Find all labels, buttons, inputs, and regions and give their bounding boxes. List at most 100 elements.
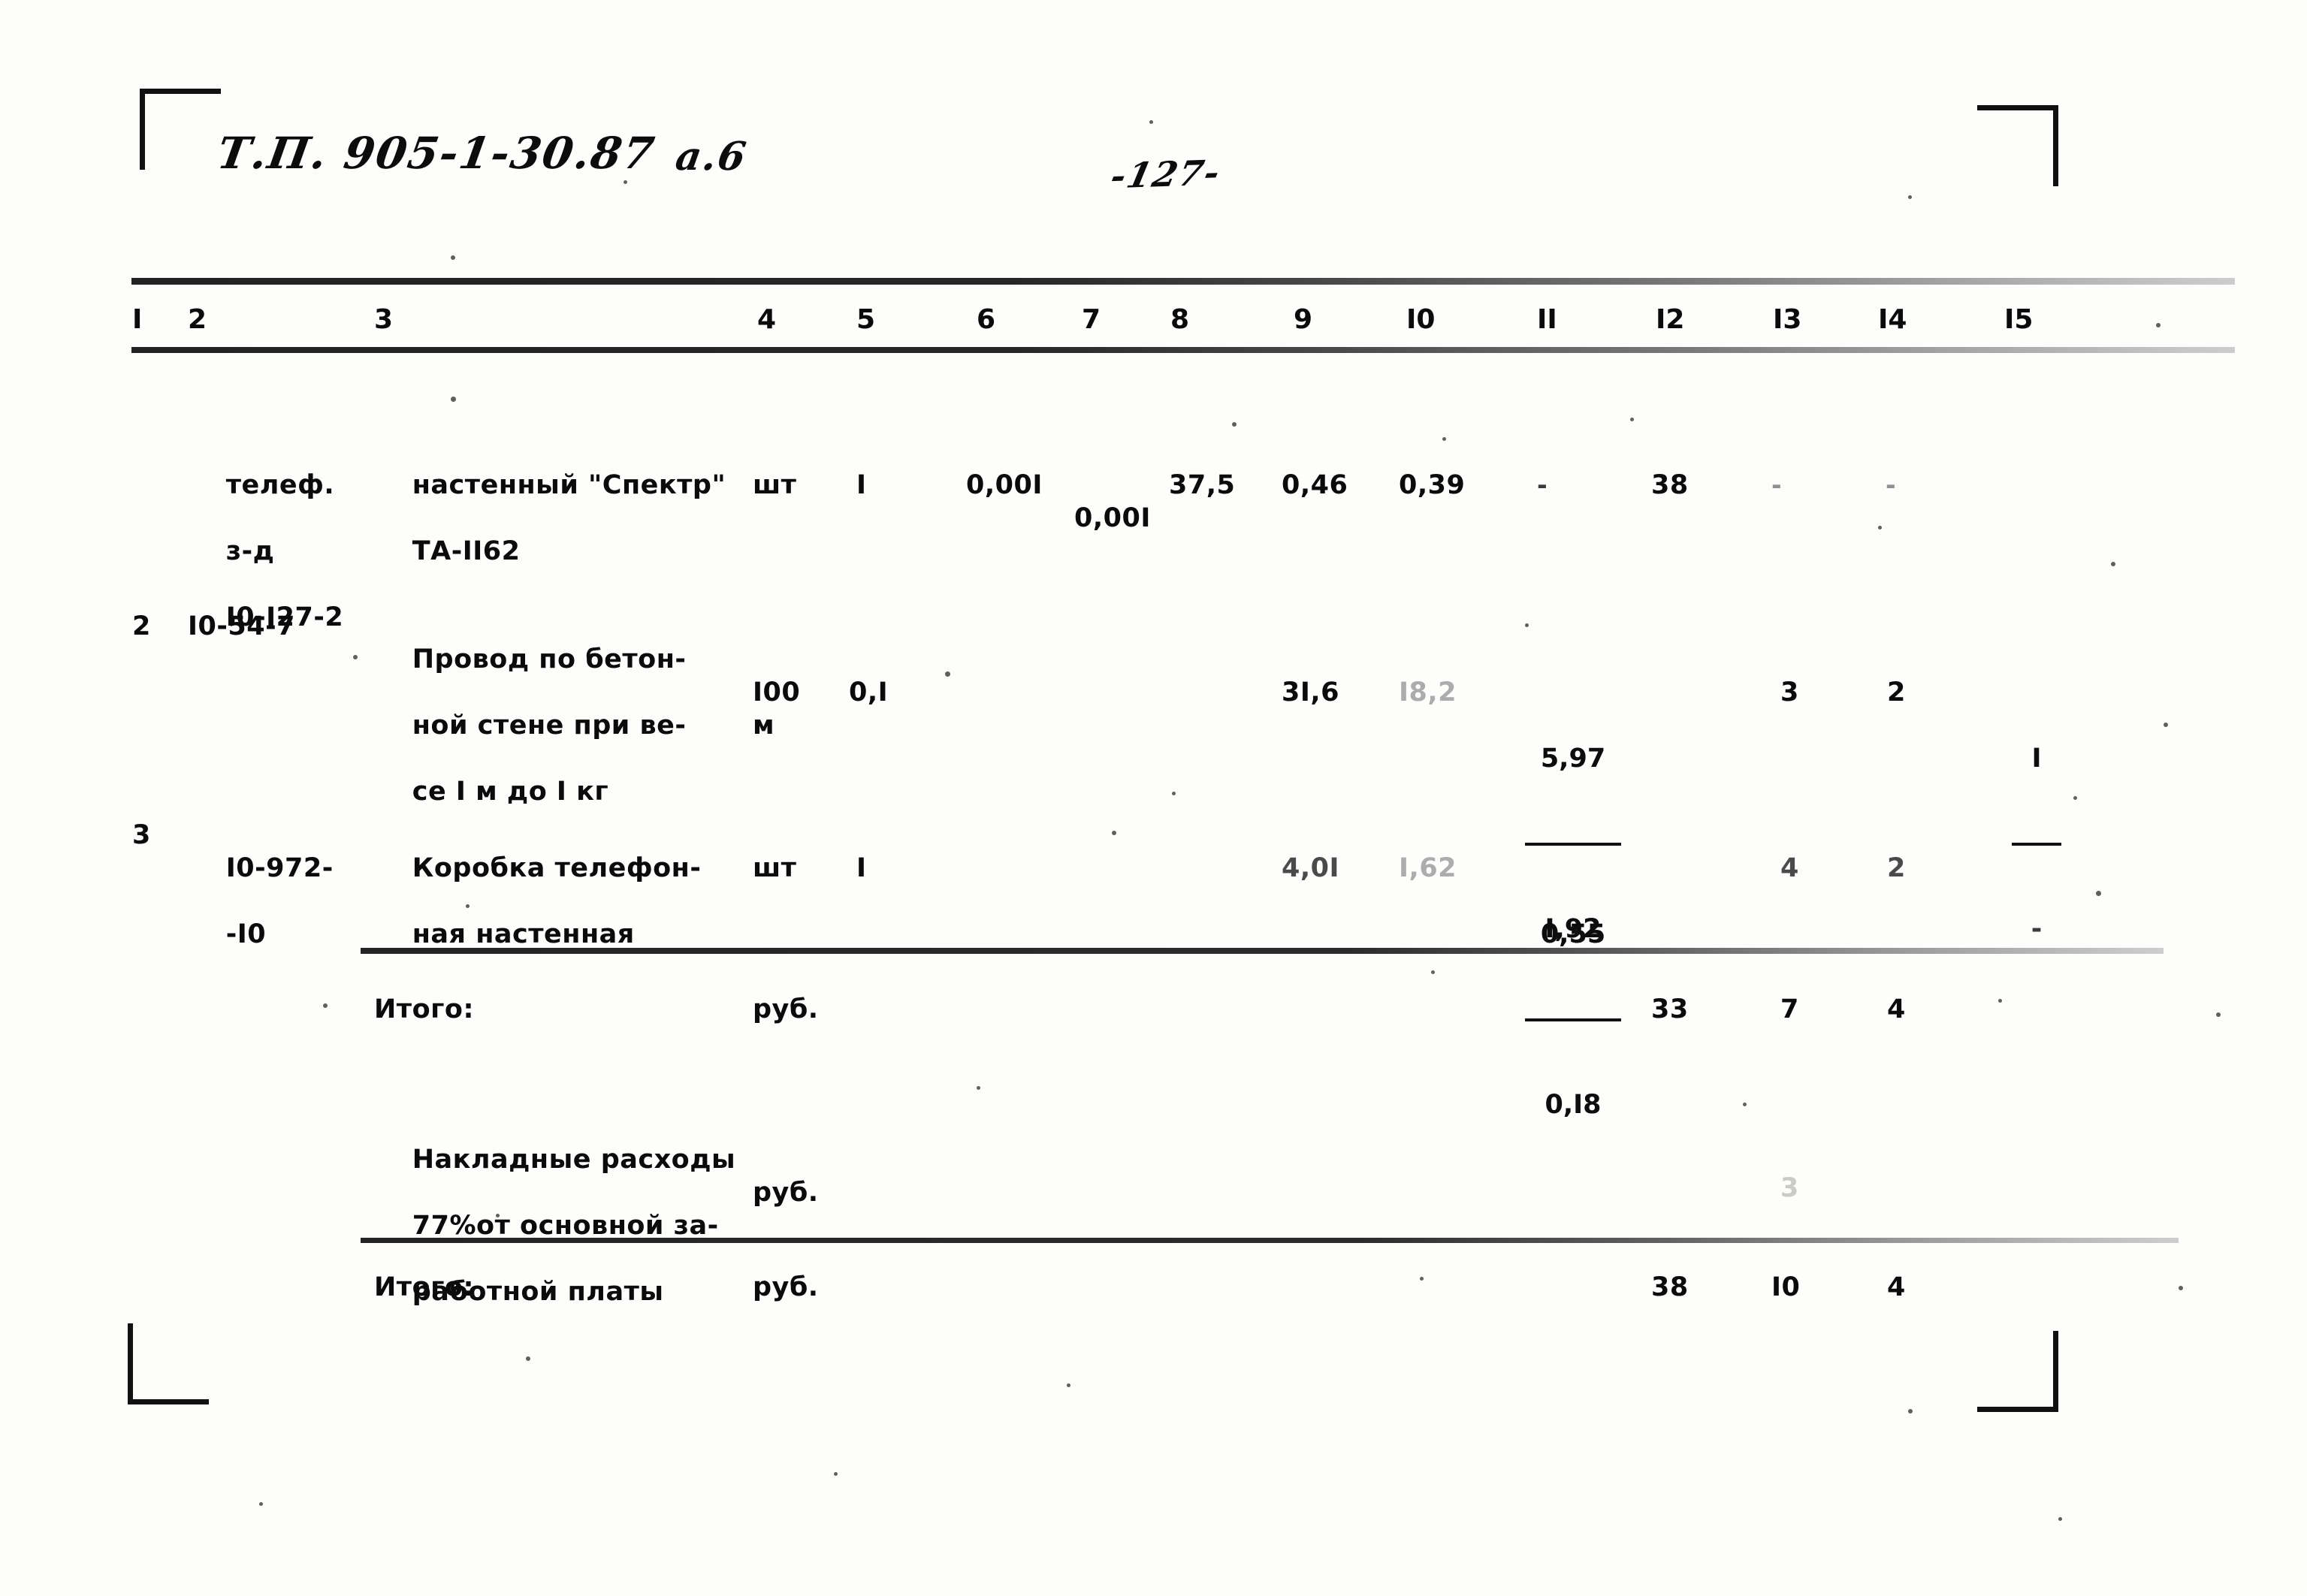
- summary-unit: руб.: [753, 994, 819, 1024]
- scan-speckle: [451, 255, 455, 260]
- scan-speckle: [2058, 1517, 2062, 1521]
- scan-speckle: [1743, 1103, 1747, 1106]
- handwritten-page-number: -127-: [1107, 152, 1225, 197]
- scan-speckle: [1232, 422, 1237, 427]
- column-header-10: I0: [1406, 304, 1436, 335]
- scan-speckle: [496, 1214, 500, 1217]
- column-header-4: 4: [757, 304, 777, 335]
- scan-speckle: [1525, 623, 1529, 627]
- scan-speckle: [624, 180, 627, 184]
- subtotal-separator-rule-2: [361, 1238, 2179, 1243]
- row-code: I0-54-7: [188, 611, 295, 641]
- scan-speckle: [1908, 195, 1912, 199]
- scan-speckle: [259, 1502, 263, 1506]
- scan-speckle: [466, 904, 470, 908]
- scan-speckle: [1431, 970, 1435, 974]
- scan-speckle: [2156, 323, 2161, 327]
- row-unit: шт: [753, 853, 797, 883]
- crop-mark-vertical: [2053, 105, 2058, 186]
- column-header-2: 2: [188, 304, 207, 335]
- table-row: 3: [132, 820, 151, 850]
- crop-mark-horizontal: [1977, 105, 2058, 110]
- row-code-line: -I0: [225, 919, 267, 949]
- scan-speckle: [353, 655, 358, 659]
- row-col13: 4: [1780, 853, 1799, 883]
- scan-speckle: [1067, 1383, 1070, 1387]
- scan-speckle: [1878, 526, 1882, 529]
- scan-speckle: [2164, 723, 2168, 727]
- summary-unit: руб.: [753, 1272, 819, 1302]
- scan-speckle: [1442, 437, 1446, 441]
- column-header-7: 7: [1082, 304, 1101, 335]
- fraction-bar: [2012, 843, 2061, 846]
- row-qty: I: [856, 470, 867, 500]
- row-unit: I00: [753, 677, 801, 707]
- column-header-8: 8: [1170, 304, 1190, 335]
- summary-col14: 4: [1887, 994, 1906, 1024]
- scan-speckle: [1630, 418, 1634, 421]
- row-col14: 2: [1887, 853, 1906, 883]
- subtotal-separator-rule-1: [361, 948, 2164, 954]
- fraction-bar: [1525, 843, 1621, 846]
- crop-mark-horizontal: [140, 89, 221, 94]
- row-col11: -: [1537, 470, 1548, 499]
- row-qty: 0,I: [849, 677, 889, 707]
- scan-speckle: [2179, 1286, 2183, 1290]
- summary-label: Итого:: [374, 1272, 474, 1302]
- fraction-numerator: I: [2031, 744, 2042, 774]
- row-col10: I,62: [1399, 853, 1457, 883]
- summary-label-line: Накладные расходы: [412, 1145, 736, 1175]
- scan-speckle: [834, 1472, 838, 1476]
- row-col7: 0,00I: [1074, 503, 1151, 533]
- fraction-numerator: 5,97: [1540, 744, 1606, 774]
- fraction-bar: [1525, 1018, 1621, 1021]
- column-header-5: 5: [856, 304, 876, 335]
- fraction-denominator: -: [2031, 914, 2043, 944]
- row-name-block: Коробка телефон- ная настенная: [374, 819, 701, 984]
- handwritten-project-code: Т.П. 905-1-30.87: [213, 128, 660, 179]
- summary-label: Итого:: [374, 994, 474, 1024]
- scan-speckle: [1908, 1409, 1913, 1413]
- row-name-line: ТА-II62: [412, 536, 521, 566]
- row-col8: 37,5: [1169, 470, 1236, 500]
- row-name-block: Провод по бетон- ной стене при ве- се I …: [374, 610, 686, 841]
- row-col14: 2: [1887, 677, 1906, 707]
- row-col9: 4,0I: [1282, 853, 1340, 883]
- scan-speckle: [451, 397, 456, 402]
- row-name-line: се I м до I кг: [412, 777, 609, 807]
- row-col10: 0,39: [1399, 470, 1466, 500]
- fraction-numerator: 0,55: [1540, 919, 1606, 949]
- scan-speckle: [1112, 831, 1116, 835]
- row-col14: -: [1886, 470, 1897, 499]
- scan-speckle: [1420, 1277, 1424, 1281]
- summary-label-line: 77%от основной за-: [412, 1211, 719, 1241]
- row-col10: I8,2: [1399, 677, 1457, 707]
- table-row: 2: [132, 611, 151, 641]
- scan-speckle: [1998, 999, 2002, 1003]
- summary-col12: 33: [1651, 994, 1689, 1024]
- row-name-line: ная настенная: [412, 919, 635, 949]
- scanned-document-page: Т.П. 905-1-30.87 а.6 -127- I 2 3 4 5 6 7…: [0, 0, 2307, 1596]
- row-code-line: з-д: [225, 536, 275, 566]
- column-header-15: I5: [2004, 304, 2034, 335]
- scan-speckle: [977, 1086, 980, 1090]
- crop-mark-vertical: [128, 1323, 133, 1404]
- row-unit-line2: м: [753, 711, 775, 741]
- crop-mark-vertical: [140, 89, 145, 170]
- summary-label-block: Накладные расходы 77%от основной за- раб…: [374, 1110, 735, 1341]
- scan-speckle: [2111, 562, 2115, 566]
- fraction-denominator: 0,I8: [1545, 1090, 1602, 1120]
- summary-col13: 7: [1780, 994, 1799, 1024]
- scan-speckle: [2096, 891, 2101, 896]
- crop-mark-vertical: [2053, 1331, 2058, 1412]
- summary-col13: I0: [1771, 1272, 1801, 1302]
- row-col11-fraction: 0,55 0,I8: [1525, 852, 1621, 1187]
- summary-col12: 38: [1651, 1272, 1689, 1302]
- row-code-line: I0-972-: [225, 853, 334, 883]
- row-name-line: настенный "Спектр": [412, 470, 726, 500]
- column-header-1: I: [132, 304, 143, 335]
- summary-col13: 3: [1780, 1173, 1799, 1203]
- row-code-line: телеф.: [225, 470, 335, 500]
- column-header-13: I3: [1773, 304, 1802, 335]
- scan-speckle: [945, 671, 950, 677]
